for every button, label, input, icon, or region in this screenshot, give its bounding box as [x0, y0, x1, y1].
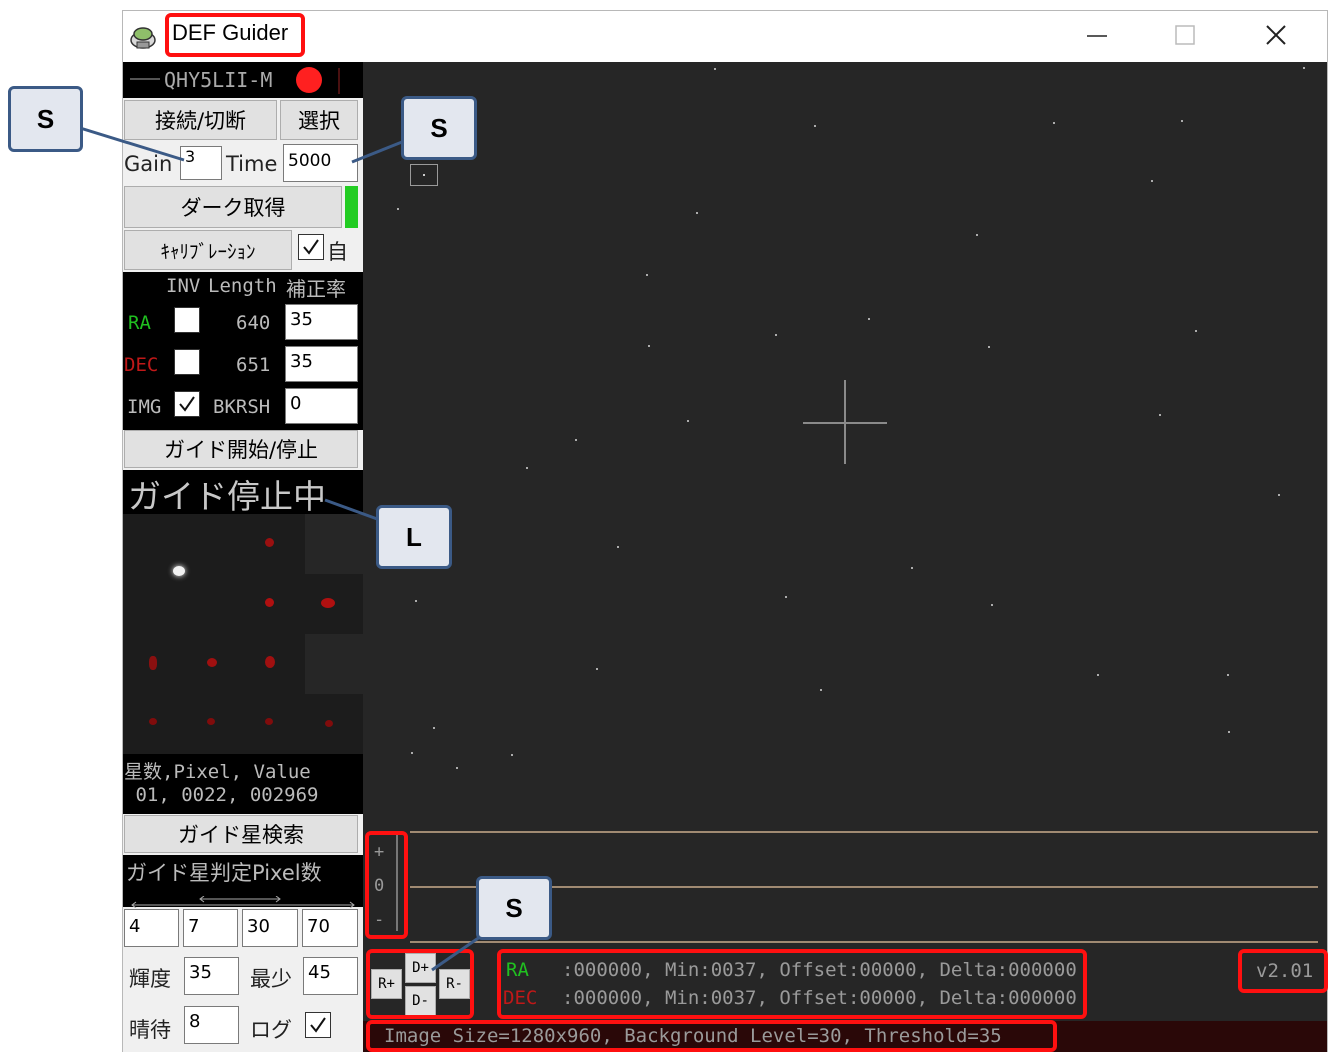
callout-s-time: S [401, 96, 477, 160]
callout-s-gain: S [8, 86, 83, 152]
callout-l-status: L [376, 505, 452, 569]
callout-s-direction: S [476, 876, 552, 940]
callout-pointers [79, 126, 491, 972]
